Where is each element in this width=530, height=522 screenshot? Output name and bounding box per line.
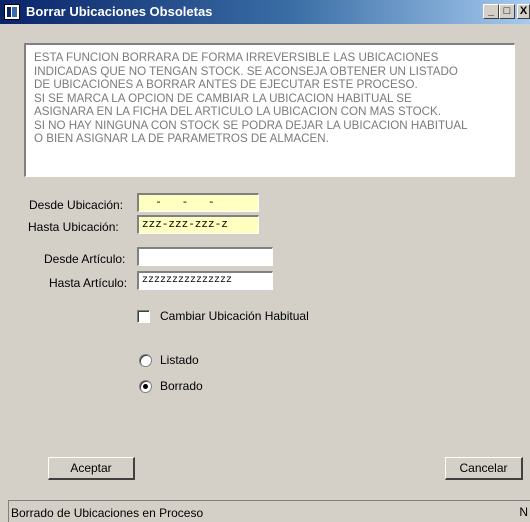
maximize-button[interactable]: □ <box>499 4 515 19</box>
cambiar-ubicacion-checkbox[interactable] <box>137 310 150 323</box>
desde-articulo-input[interactable] <box>137 247 273 266</box>
hasta-ubicacion-input[interactable]: zzz-zzz-zzz-z <box>137 215 259 234</box>
listado-radio[interactable] <box>139 354 152 367</box>
hasta-articulo-label: Hasta Artículo: <box>49 276 128 290</box>
info-line: INDICADAS QUE NO TENGAN STOCK. SE ACONSE… <box>34 64 458 78</box>
accept-button[interactable]: Aceptar <box>48 457 135 480</box>
title-bar[interactable]: Borrar Ubicaciones Obsoletas _ □ X <box>0 0 530 24</box>
info-line: SI SE MARCA LA OPCION DE CAMBIAR LA UBIC… <box>34 91 412 105</box>
status-bar: Borrado de Ubicaciones en Proceso <box>8 500 530 522</box>
info-line: SI NO HAY NINGUNA CON STOCK SE PODRA DEJ… <box>34 118 468 132</box>
cambiar-ubicacion-label[interactable]: Cambiar Ubicación Habitual <box>160 309 309 323</box>
hasta-articulo-input[interactable]: zzzzzzzzzzzzzzz <box>137 271 273 290</box>
borrado-label[interactable]: Borrado <box>160 379 203 393</box>
info-line: DE UBICACIONES A BORRAR ANTES DE EJECUTA… <box>34 78 418 91</box>
desde-ubicacion-input[interactable]: - - - <box>137 193 259 212</box>
info-line: ESTA FUNCION BORRARA DE FORMA IRREVERSIB… <box>34 51 439 64</box>
cancel-button[interactable]: Cancelar <box>445 457 523 480</box>
desde-ubicacion-label: Desde Ubicación: <box>29 198 124 212</box>
close-button[interactable]: X <box>517 4 530 19</box>
window-title: Borrar Ubicaciones Obsoletas <box>26 4 213 19</box>
status-corner-text: N <box>519 505 528 519</box>
status-text: Borrado de Ubicaciones en Proceso <box>11 506 204 520</box>
minimize-button[interactable]: _ <box>483 4 499 19</box>
app-icon <box>4 4 20 20</box>
info-textbox[interactable]: ESTA FUNCION BORRARA DE FORMA IRREVERSIB… <box>24 43 515 177</box>
borrado-radio[interactable] <box>139 380 152 393</box>
info-line: ASIGNARA EN LA FICHA DEL ARTICULO LA UBI… <box>34 105 441 118</box>
info-line: O BIEN ASIGNAR LA DE PARAMETROS DE ALMAC… <box>34 132 329 145</box>
hasta-ubicacion-label: Hasta Ubicación: <box>28 220 119 234</box>
desde-articulo-label: Desde Artículo: <box>44 252 126 266</box>
listado-label[interactable]: Listado <box>160 353 199 367</box>
